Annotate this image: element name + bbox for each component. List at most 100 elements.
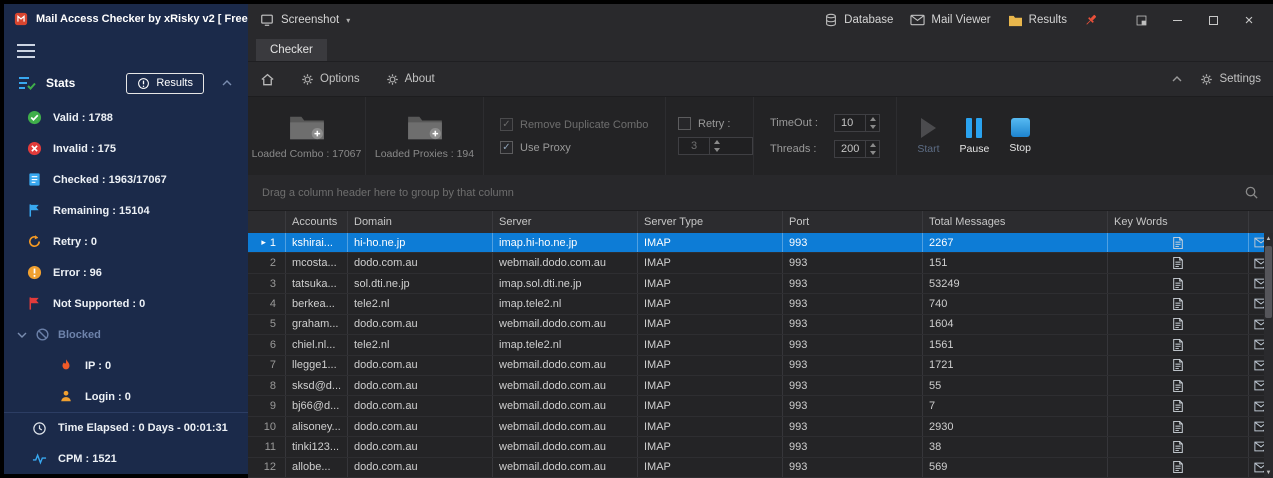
table-row[interactable]: 6chiel.nl...tele2.nlimap.tele2.nlIMAP993…: [248, 335, 1273, 355]
document-icon[interactable]: [1172, 256, 1184, 270]
table-row[interactable]: 12allobe...dodo.com.auwebmail.dodo.com.a…: [248, 458, 1273, 478]
threads-stepper[interactable]: 200: [834, 140, 880, 158]
cell-key-words[interactable]: [1108, 315, 1249, 334]
cell-key-words[interactable]: [1108, 356, 1249, 375]
cell-server-type[interactable]: IMAP: [638, 233, 783, 252]
table-row[interactable]: 11tinki123...dodo.com.auwebmail.dodo.com…: [248, 437, 1273, 457]
cell-server[interactable]: webmail.dodo.com.au: [493, 376, 638, 395]
cell-port[interactable]: 993: [783, 253, 923, 272]
table-row[interactable]: 10alisoney...dodo.com.auwebmail.dodo.com…: [248, 417, 1273, 437]
cell-server[interactable]: imap.sol.dti.ne.jp: [493, 274, 638, 293]
cell-server[interactable]: webmail.dodo.com.au: [493, 417, 638, 436]
stop-button[interactable]: Stop: [1009, 118, 1031, 154]
stat-retry[interactable]: Retry : 0: [4, 226, 248, 257]
collapse-ribbon-icon[interactable]: [1172, 76, 1182, 82]
cell-total-messages[interactable]: 1604: [923, 315, 1108, 334]
cell-server[interactable]: webmail.dodo.com.au: [493, 458, 638, 477]
home-button[interactable]: [260, 72, 275, 87]
search-icon[interactable]: [1244, 185, 1259, 200]
cell-accounts[interactable]: berkea...: [286, 294, 348, 313]
column-header-total-messages[interactable]: Total Messages: [923, 211, 1108, 233]
column-header-server[interactable]: Server: [493, 211, 638, 233]
cell-accounts[interactable]: llegge1...: [286, 356, 348, 375]
stat-error[interactable]: Error : 96: [4, 257, 248, 288]
dock-window-icon[interactable]: [1123, 7, 1159, 33]
column-header-domain[interactable]: Domain: [348, 211, 493, 233]
cell-key-words[interactable]: [1108, 335, 1249, 354]
cell-accounts[interactable]: allobe...: [286, 458, 348, 477]
cell-total-messages[interactable]: 151: [923, 253, 1108, 272]
cell-domain[interactable]: tele2.nl: [348, 335, 493, 354]
use-proxy-checkbox[interactable]: ✓ Use Proxy: [500, 141, 665, 154]
cell-key-words[interactable]: [1108, 274, 1249, 293]
cell-port[interactable]: 993: [783, 335, 923, 354]
cell-server-type[interactable]: IMAP: [638, 315, 783, 334]
cell-total-messages[interactable]: 740: [923, 294, 1108, 313]
cell-server[interactable]: webmail.dodo.com.au: [493, 396, 638, 415]
document-icon[interactable]: [1172, 236, 1184, 250]
stepper-up-icon[interactable]: [866, 141, 879, 149]
cell-server-type[interactable]: IMAP: [638, 253, 783, 272]
cell-total-messages[interactable]: 1561: [923, 335, 1108, 354]
cell-server-type[interactable]: IMAP: [638, 274, 783, 293]
cell-port[interactable]: 993: [783, 233, 923, 252]
cell-server[interactable]: imap.tele2.nl: [493, 294, 638, 313]
pause-button[interactable]: Pause: [960, 118, 990, 155]
table-row[interactable]: 5graham...dodo.com.auwebmail.dodo.com.au…: [248, 315, 1273, 335]
cell-key-words[interactable]: [1108, 233, 1249, 252]
cell-key-words[interactable]: [1108, 396, 1249, 415]
column-header-accounts[interactable]: Accounts: [286, 211, 348, 233]
cell-domain[interactable]: dodo.com.au: [348, 315, 493, 334]
cell-accounts[interactable]: chiel.nl...: [286, 335, 348, 354]
scroll-down-icon[interactable]: ▼: [1266, 467, 1272, 478]
tab-about[interactable]: About: [386, 73, 435, 86]
table-row[interactable]: ▸1kshirai...hi-ho.ne.jpimap.hi-ho.ne.jpI…: [248, 233, 1273, 253]
table-row[interactable]: 3tatsuka...sol.dti.ne.jpimap.sol.dti.ne.…: [248, 274, 1273, 294]
document-icon[interactable]: [1172, 379, 1184, 393]
cell-server-type[interactable]: IMAP: [638, 458, 783, 477]
cell-domain[interactable]: tele2.nl: [348, 294, 493, 313]
cell-server[interactable]: imap.hi-ho.ne.jp: [493, 233, 638, 252]
start-button[interactable]: Start: [917, 118, 939, 155]
document-icon[interactable]: [1172, 317, 1184, 331]
load-proxies-button[interactable]: Loaded Proxies : 194: [366, 97, 484, 175]
tab-options[interactable]: Options: [301, 73, 360, 86]
stat-blocked-login[interactable]: Login : 0: [4, 381, 248, 412]
cell-port[interactable]: 993: [783, 396, 923, 415]
document-icon[interactable]: [1172, 297, 1184, 311]
group-by-panel[interactable]: Drag a column header here to group by th…: [248, 175, 1273, 210]
minimize-button[interactable]: [1159, 7, 1195, 33]
table-row[interactable]: 7llegge1...dodo.com.auwebmail.dodo.com.a…: [248, 356, 1273, 376]
cell-domain[interactable]: hi-ho.ne.jp: [348, 233, 493, 252]
cell-port[interactable]: 993: [783, 458, 923, 477]
cell-port[interactable]: 993: [783, 437, 923, 456]
cell-port[interactable]: 993: [783, 315, 923, 334]
cell-server-type[interactable]: IMAP: [638, 396, 783, 415]
load-combo-button[interactable]: Loaded Combo : 17067: [248, 97, 366, 175]
vertical-scrollbar[interactable]: ▲ ▼: [1264, 233, 1273, 478]
close-button[interactable]: ×: [1231, 7, 1267, 33]
cell-port[interactable]: 993: [783, 356, 923, 375]
cell-total-messages[interactable]: 2267: [923, 233, 1108, 252]
tab-checker[interactable]: Checker: [256, 39, 327, 61]
cell-accounts[interactable]: alisoney...: [286, 417, 348, 436]
stepper-down-icon[interactable]: [866, 123, 879, 131]
cell-domain[interactable]: sol.dti.ne.jp: [348, 274, 493, 293]
cell-port[interactable]: 993: [783, 294, 923, 313]
cell-server[interactable]: webmail.dodo.com.au: [493, 437, 638, 456]
cell-accounts[interactable]: tinki123...: [286, 437, 348, 456]
menu-toggle-button[interactable]: [4, 34, 248, 64]
cell-domain[interactable]: dodo.com.au: [348, 458, 493, 477]
cell-accounts[interactable]: graham...: [286, 315, 348, 334]
cell-accounts[interactable]: mcosta...: [286, 253, 348, 272]
cell-key-words[interactable]: [1108, 458, 1249, 477]
stat-checked[interactable]: Checked : 1963/17067: [4, 164, 248, 195]
stat-cpm[interactable]: CPM : 1521: [4, 443, 248, 474]
cell-domain[interactable]: dodo.com.au: [348, 376, 493, 395]
cell-total-messages[interactable]: 569: [923, 458, 1108, 477]
cell-total-messages[interactable]: 1721: [923, 356, 1108, 375]
cell-key-words[interactable]: [1108, 253, 1249, 272]
stat-valid[interactable]: Valid : 1788: [4, 102, 248, 133]
cell-accounts[interactable]: sksd@d...: [286, 376, 348, 395]
stat-remaining[interactable]: Remaining : 15104: [4, 195, 248, 226]
